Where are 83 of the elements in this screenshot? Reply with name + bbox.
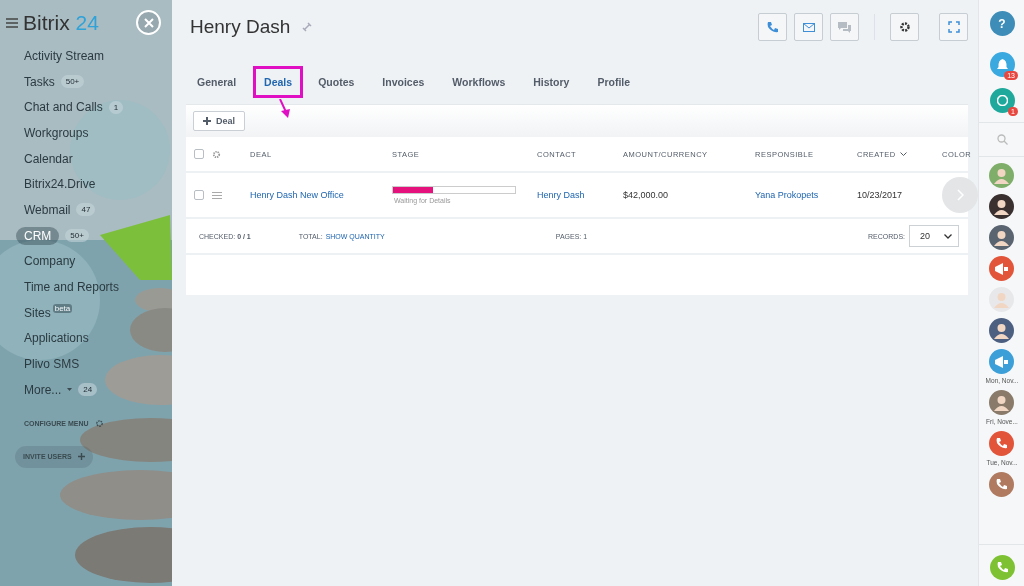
- phone-icon: [995, 478, 1009, 491]
- message-icon: [996, 95, 1008, 106]
- arrow-icon: [278, 99, 292, 119]
- menu-icon[interactable]: [212, 191, 222, 199]
- tab[interactable]: General: [186, 66, 248, 98]
- menu-item[interactable]: Sites: [24, 305, 51, 320]
- tab[interactable]: Deals: [253, 66, 304, 98]
- email-button[interactable]: [794, 13, 823, 41]
- phone-icon: [995, 561, 1009, 574]
- tab[interactable]: Workflows: [441, 66, 517, 98]
- close-button[interactable]: [136, 10, 161, 35]
- menu-item[interactable]: Company: [24, 254, 76, 269]
- menu-item[interactable]: Tasks: [24, 74, 55, 89]
- menu-item[interactable]: Chat and Calls: [24, 100, 103, 115]
- close-icon: [143, 17, 154, 28]
- person-icon: [994, 322, 1010, 339]
- gear-icon[interactable]: [212, 149, 221, 159]
- tab[interactable]: History: [522, 66, 581, 98]
- call-button[interactable]: [758, 13, 787, 41]
- expand-icon: [947, 21, 960, 33]
- search-icon[interactable]: [996, 134, 1008, 145]
- tab[interactable]: Quotes: [307, 66, 366, 98]
- menu-item[interactable]: More...: [24, 382, 62, 397]
- chevron-icon: [899, 152, 907, 156]
- chevron-icon: [956, 189, 964, 201]
- megaphone-icon: [994, 262, 1010, 275]
- phone-icon: [766, 20, 779, 34]
- menu-item[interactable]: CRM: [16, 226, 60, 245]
- deal-link[interactable]: Henry Dash New Office: [250, 190, 392, 200]
- link-icon[interactable]: [302, 22, 313, 32]
- menu-item[interactable]: Activity Stream: [24, 48, 104, 63]
- megaphone-icon: [994, 355, 1010, 368]
- gear-icon: [898, 21, 911, 33]
- notifications-button[interactable]: [989, 52, 1015, 77]
- gear-icon[interactable]: [94, 419, 104, 429]
- add-deal-button[interactable]: Deal: [193, 111, 245, 131]
- menu-item[interactable]: Applications: [24, 331, 89, 346]
- contact-avatar[interactable]: [989, 318, 1015, 343]
- tab[interactable]: Invoices: [371, 66, 436, 98]
- records-select[interactable]: 20: [909, 225, 959, 247]
- menu-item[interactable]: Time and Reports: [24, 280, 119, 295]
- menu-item[interactable]: Calendar: [24, 151, 73, 166]
- contact-avatar[interactable]: [989, 194, 1015, 219]
- person-icon: [994, 394, 1010, 411]
- bell-icon: [996, 58, 1008, 71]
- menu-item[interactable]: Webmail: [24, 202, 71, 217]
- help-button[interactable]: ?: [989, 11, 1015, 36]
- plus-icon: [77, 453, 85, 461]
- person-icon: [994, 198, 1010, 215]
- page-title: Henry Dash: [190, 16, 291, 38]
- counter: 50+: [65, 229, 89, 243]
- responsible-link[interactable]: Yana Prokopets: [755, 190, 857, 200]
- person-icon: [994, 167, 1010, 184]
- phone-icon: [995, 437, 1009, 450]
- chat-button[interactable]: [830, 13, 859, 41]
- chat-icon: [838, 21, 851, 33]
- call-button[interactable]: [989, 555, 1015, 580]
- person-icon: [994, 229, 1010, 246]
- menu-item[interactable]: Bitrix24.Drive: [24, 177, 96, 192]
- counter: 47: [76, 203, 96, 217]
- date-cell-text: 10/23/2017: [857, 190, 904, 200]
- expand-button[interactable]: [939, 13, 968, 41]
- settings-button[interactable]: [890, 13, 919, 41]
- row-checkbox[interactable]: [194, 190, 204, 200]
- logo: Bitrix 24: [23, 10, 99, 35]
- caret-icon[interactable]: [67, 388, 73, 392]
- tab[interactable]: Profile: [586, 66, 642, 98]
- chevron-icon: [944, 233, 952, 239]
- select-all-checkbox[interactable]: [194, 149, 204, 159]
- contact-avatar[interactable]: [989, 225, 1015, 250]
- beta-tag: beta: [52, 303, 73, 313]
- person-icon: [994, 291, 1010, 308]
- counter: 24: [78, 383, 98, 397]
- menu-icon[interactable]: [6, 17, 18, 28]
- amount-cell-text: $42,000.00: [623, 190, 670, 200]
- counter: 50+: [60, 75, 85, 89]
- contact-link[interactable]: Henry Dash: [537, 190, 623, 200]
- messages-button[interactable]: [989, 88, 1015, 113]
- menu-item[interactable]: Plivo SMS: [24, 357, 80, 372]
- plus-icon: [203, 117, 211, 125]
- menu-item[interactable]: Workgroups: [24, 125, 89, 140]
- envelope-icon: [802, 22, 815, 32]
- counter: 1: [108, 100, 124, 114]
